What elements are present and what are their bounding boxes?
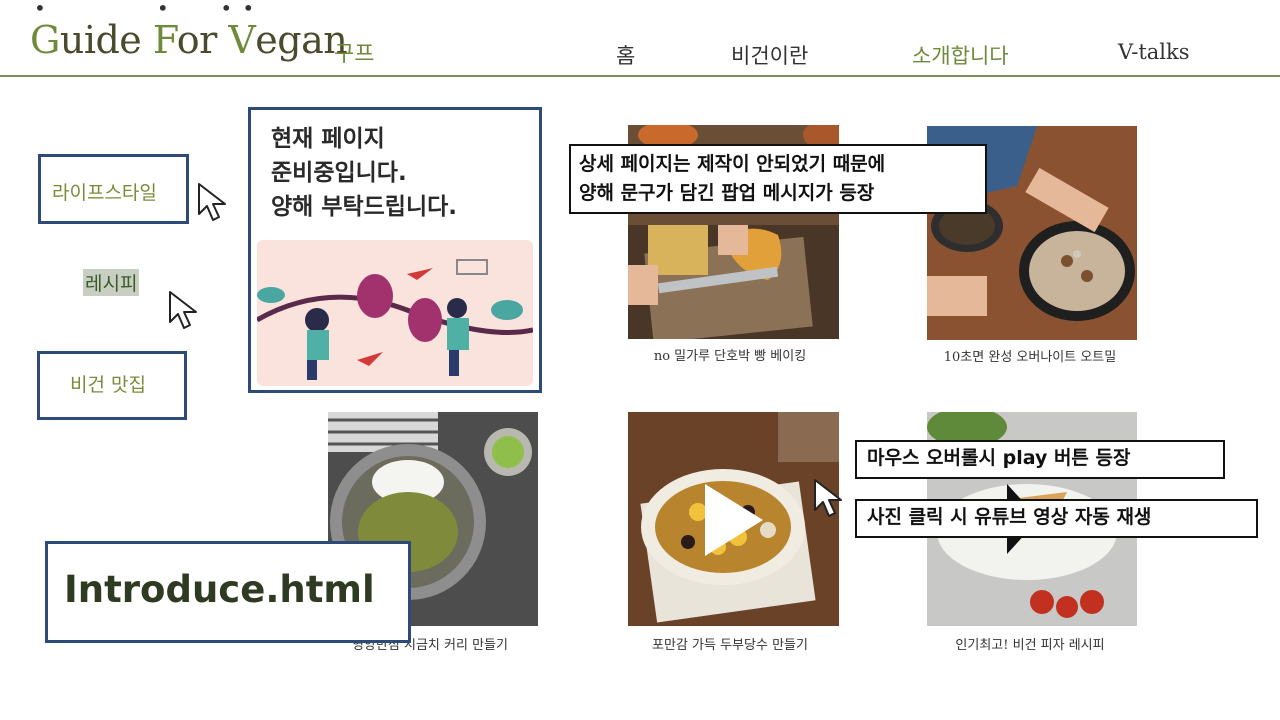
file-name-text: Introduce.html xyxy=(64,568,375,611)
logo-letter-g: G xyxy=(30,18,60,62)
popup-message: 현재 페이지 준비중입니다. 양해 부탁드립니다. xyxy=(271,126,458,220)
annotation-hover-note: 마우스 오버롤시 play 버튼 등장 xyxy=(855,440,1225,479)
annotation-detail-note: 상세 페이지는 제작이 안되었기 때문에 양해 문구가 담긴 팝업 메시지가 등… xyxy=(569,144,987,214)
logo-text-2: or xyxy=(176,18,229,62)
sidebar-item-vegan-restaurants[interactable]: 비건 맛집 xyxy=(37,351,187,420)
nav-introduce[interactable]: 소개합니다 xyxy=(912,40,1009,70)
logo-letter-f: F xyxy=(153,18,177,62)
site-logo[interactable]: Guide For Vegan xyxy=(30,18,348,62)
logo-subtitle: 구프 xyxy=(334,42,375,67)
sidebar-item-label: 비건 맛집 xyxy=(70,374,146,396)
cursor-arrow-icon xyxy=(198,183,226,221)
nav-home[interactable]: 홈 xyxy=(616,40,635,70)
recipe-caption[interactable]: 인기최고! 비건 피자 레시피 xyxy=(920,634,1140,653)
recipe-caption[interactable]: 포만감 가득 두부당수 만들기 xyxy=(620,634,840,653)
sidebar-item-label: 레시피 xyxy=(83,269,140,296)
cursor-arrow-icon xyxy=(814,479,842,517)
nav-about-vegan[interactable]: 비건이란 xyxy=(731,40,808,70)
logo-text-1: uide xyxy=(59,18,153,62)
popup-illustration xyxy=(257,240,533,386)
preparing-popup[interactable]: 현재 페이지 준비중입니다. 양해 부탁드립니다. xyxy=(248,107,542,393)
annotation-click-note: 사진 클릭 시 유튜브 영상 자동 재생 xyxy=(855,499,1258,538)
file-name-label: Introduce.html xyxy=(45,541,411,643)
header-divider xyxy=(0,75,1280,77)
nav-v-talks[interactable]: V-talks xyxy=(1118,40,1190,64)
recipe-caption[interactable]: no 밀가루 단호박 빵 베이킹 xyxy=(620,345,840,364)
sidebar-item-label: 라이프스타일 xyxy=(52,182,157,204)
plug-illustration-icon xyxy=(257,240,533,386)
play-icon[interactable] xyxy=(703,482,765,558)
recipe-caption[interactable]: 10초면 완성 오버나이트 오트밀 xyxy=(920,346,1140,365)
cursor-arrow-icon xyxy=(169,291,197,329)
recipe-card-image[interactable] xyxy=(628,412,839,626)
logo-letter-v: V xyxy=(228,18,255,62)
sidebar-item-lifestyle[interactable]: 라이프스타일 xyxy=(38,154,189,224)
